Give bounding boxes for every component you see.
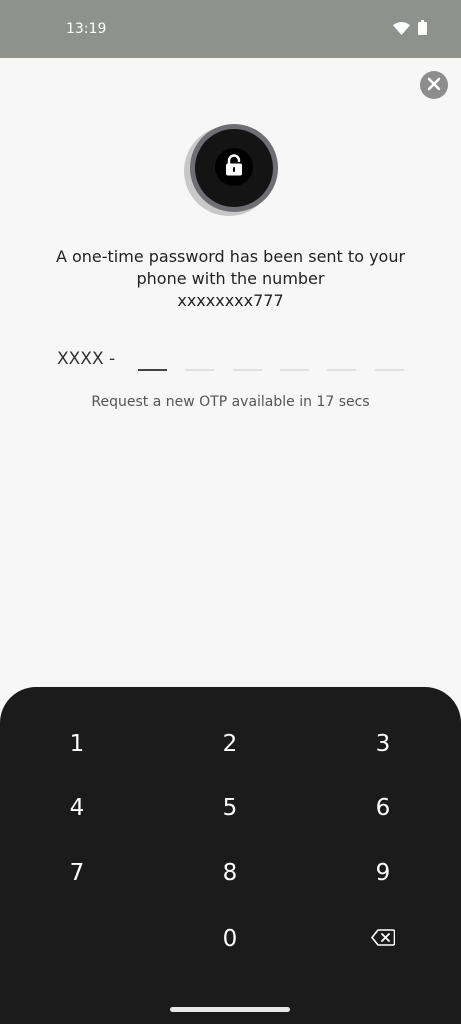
key-0[interactable]: 0 (190, 914, 270, 964)
key-4[interactable]: 4 (37, 783, 117, 833)
numeric-keypad: 1 2 3 4 5 6 7 8 9 0 (0, 687, 461, 1024)
otp-digit-4[interactable] (280, 369, 309, 371)
otp-digit-2[interactable] (185, 369, 214, 371)
key-5[interactable]: 5 (190, 783, 270, 833)
wifi-icon (393, 20, 410, 39)
lock-icon (225, 154, 243, 180)
lock-badge-core (215, 148, 253, 186)
key-9[interactable]: 9 (343, 848, 423, 898)
masked-phone-number: xxxxxxxx777 (177, 291, 284, 310)
status-bar: 13:19 (0, 0, 461, 58)
otp-message: A one-time password has been sent to you… (30, 246, 431, 312)
otp-prefix: XXXX - (57, 349, 116, 369)
key-3[interactable]: 3 (343, 719, 423, 769)
otp-digit-6[interactable] (375, 369, 404, 371)
key-6[interactable]: 6 (343, 783, 423, 833)
battery-icon (418, 19, 427, 39)
close-icon (427, 76, 441, 95)
key-7[interactable]: 7 (37, 848, 117, 898)
otp-digit-1[interactable] (138, 369, 167, 371)
status-time: 13:19 (66, 21, 107, 37)
home-indicator[interactable] (170, 1007, 290, 1012)
otp-message-line1: A one-time password has been sent to you… (55, 247, 406, 266)
resend-otp-timer: Request a new OTP available in 17 secs (91, 394, 370, 410)
key-2[interactable]: 2 (190, 719, 270, 769)
status-icons (393, 19, 427, 39)
backspace-icon (371, 926, 396, 952)
otp-digit-5[interactable] (327, 369, 356, 371)
otp-input-row: XXXX - (57, 347, 417, 377)
key-8[interactable]: 8 (190, 848, 270, 898)
otp-digit-3[interactable] (233, 369, 262, 371)
otp-message-line2: phone with the number (136, 269, 325, 288)
close-button[interactable] (420, 71, 448, 99)
backspace-button[interactable] (343, 914, 423, 964)
lock-badge (184, 122, 284, 216)
key-1[interactable]: 1 (37, 719, 117, 769)
